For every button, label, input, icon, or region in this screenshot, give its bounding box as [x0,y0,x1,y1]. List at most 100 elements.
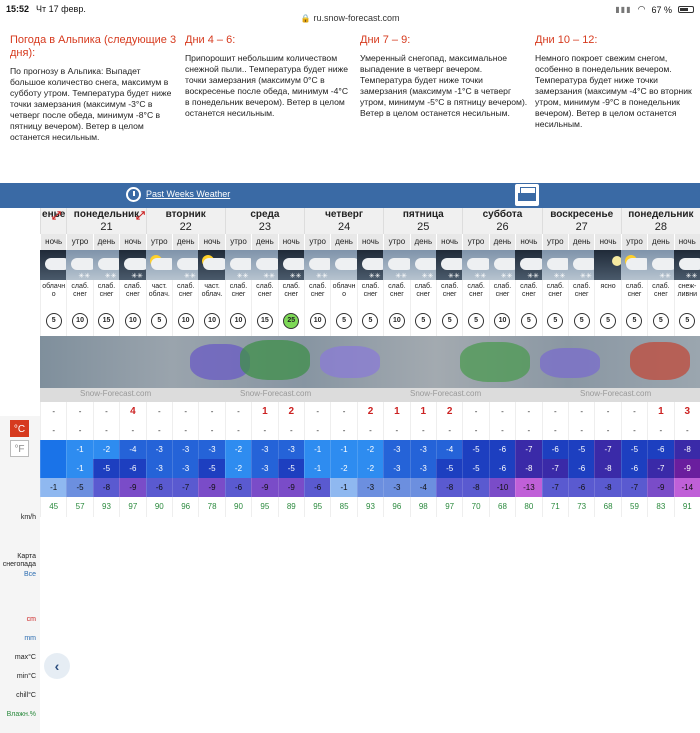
past-weeks-link[interactable]: Past Weeks Weather [146,189,230,199]
temp-max: -5 [620,440,648,459]
temp-min: -7 [647,459,674,478]
humidity: 93 [356,497,384,517]
time-of-day: утро [462,234,489,250]
snow-cm: - [172,402,199,422]
weather-desc: слаб. снег [568,280,595,308]
celsius-button[interactable]: °C [10,420,29,437]
temp-max: -7 [515,440,542,459]
temp-min: -5 [277,459,304,478]
cloud-icon [678,258,700,270]
forecast-text: По прогнозу в Альпика: Выпадет большое к… [10,66,172,142]
snowfc-watermark: Snow-Forecast.com [240,389,312,398]
weather-desc: слаб. снег [92,280,120,308]
snowflake-icon: ✳✳ [527,273,539,280]
time-of-day: ночь [515,234,542,250]
day-name: четверг [325,209,364,220]
weather-icon [620,250,651,280]
wind-arrow-icon: 5 [468,313,485,329]
wind-arrow-icon: 10 [177,313,194,329]
fahrenheit-button[interactable]: °F [10,440,29,457]
rain-mm: - [673,422,700,440]
address-bar[interactable]: 🔒 ru.snow-forecast.com [0,13,700,23]
scroll-left-button[interactable]: ‹ [44,653,70,679]
map-all-link[interactable]: Все [0,571,36,578]
day-number: 24 [337,221,351,233]
snowflake-icon: ✳✳ [316,273,328,280]
snow-cm: - [330,402,357,422]
temp-min: -7 [541,459,568,478]
wind-arrow-icon: 15 [256,313,273,329]
snowflake-icon: ✳✳ [553,273,566,280]
temp-max: -8 [673,440,700,459]
clock-icon[interactable] [126,187,141,202]
wind-cell: 5 [568,308,595,336]
tmin-label: min°C [16,673,36,680]
wind-arrow-icon: 10 [72,313,89,329]
humidity: 89 [277,497,304,517]
temp-min: -6 [568,459,595,478]
weather-icon: ✳✳ [304,250,334,280]
weather-icon: ✳✳ [436,250,466,280]
time-of-day: день [92,234,120,250]
rain-mm: - [304,422,331,440]
temp-min: -2 [356,459,384,478]
temp-chill: -4 [409,478,436,497]
temp-min: -3 [145,459,172,478]
temp-min: -6 [119,459,146,478]
map-blob [460,342,530,382]
wind-arrow-icon: 10 [309,313,326,329]
temp-chill: -7 [620,478,648,497]
snow-cm: - [224,402,252,422]
temp-chill: -9 [119,478,146,497]
temp-max: -3 [198,440,225,459]
printer-icon[interactable] [515,184,539,206]
rain-mm: - [488,422,516,440]
weather-icon: ✳✳ [488,250,519,280]
temp-max: -4 [119,440,146,459]
rain-mm: - [409,422,436,440]
rain-mm: - [172,422,199,440]
time-of-day: день [409,234,436,250]
snow-map-strip[interactable] [40,336,700,388]
signal-icon: ▮▮▮ [615,5,632,14]
weather-desc: снеж- ливни [673,280,700,308]
wind-arrow-icon: 25 [283,313,300,329]
url-text: ru.snow-forecast.com [313,13,400,23]
temp-chill: -9 [251,478,278,497]
snow-cm: 2 [277,402,304,422]
wind-arrow-icon: 5 [626,313,643,329]
day-number: 27 [575,221,588,233]
temp-min: -5 [198,459,225,478]
weather-icon: ✳✳ [515,250,546,280]
temp-chill: -1 [330,478,357,497]
temp-chill: -7 [172,478,199,497]
wind-cell: 5 [356,308,384,336]
humidity: 57 [66,497,93,517]
expand-icon[interactable]: ⤢ [52,210,61,223]
snow-cm: 2 [356,402,384,422]
snow-cm: - [145,402,172,422]
humidity: 90 [224,497,252,517]
weather-desc: слаб. снег [356,280,384,308]
wind-cell: 5 [436,308,463,336]
humidity: 45 [40,497,67,517]
wind-arrow-icon: 5 [600,313,617,329]
chill-label: chill°C [16,692,36,699]
temp-chill: -6 [568,478,595,497]
wind-arrow-icon: 5 [520,313,537,329]
wind-cell: 10 [66,308,93,336]
rain-mm: - [462,422,489,440]
time-of-day: ночь [673,234,700,250]
rain-mm: - [66,422,93,440]
wind-arrow-icon: 5 [547,313,564,329]
expand-icon[interactable]: ⤢ [136,210,145,223]
wind-arrow-icon: 5 [362,313,379,329]
wind-arrow-icon: 15 [98,313,115,329]
weather-desc: слаб. снег [488,280,516,308]
day-header: пятница 25 [383,208,463,234]
wind-cell: 5 [594,308,621,336]
temp-chill: -8 [436,478,463,497]
wind-cell: 5 [145,308,172,336]
status-right: ▮▮▮ ◠ 67 % [615,4,694,15]
snowflake-icon: ✳✳ [184,273,196,280]
